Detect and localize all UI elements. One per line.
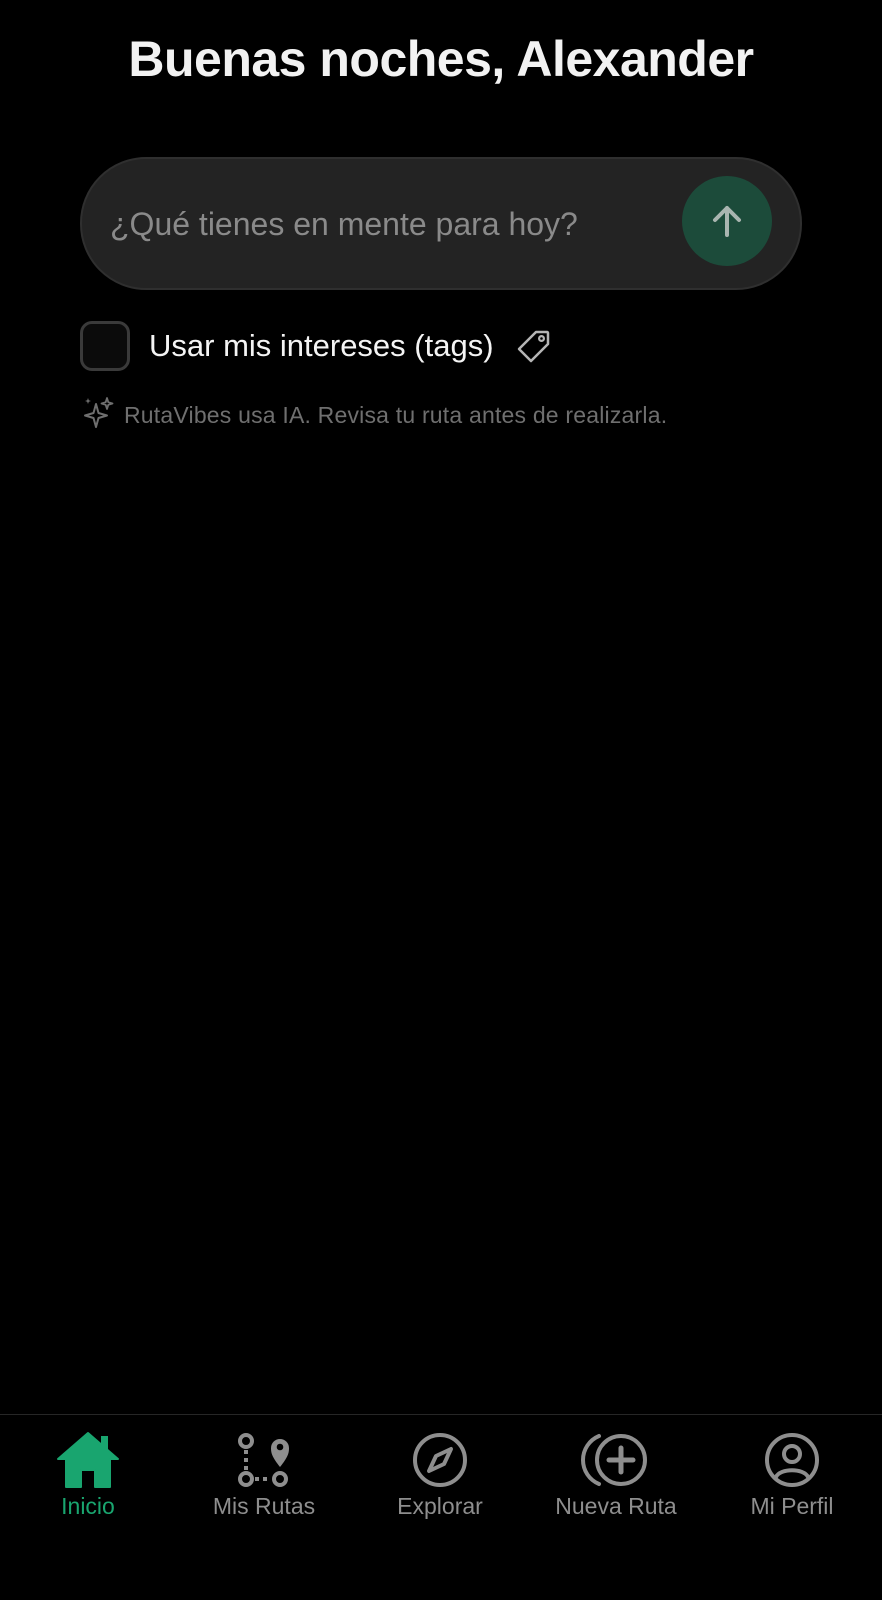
tab-label: Explorar	[397, 1493, 483, 1519]
home-icon	[55, 1429, 121, 1491]
tab-label: Mis Rutas	[212, 1493, 316, 1519]
tab-label: Mi Perfil	[750, 1493, 834, 1519]
ai-disclaimer: RutaVibes usa IA. Revisa tu ruta antes d…	[82, 396, 667, 435]
interests-row: Usar mis intereses (tags)	[80, 321, 552, 371]
bottom-tab-bar: Inicio Mis Rutas Explorar Nueva Ruta Mi …	[0, 1414, 882, 1600]
route-icon	[234, 1429, 294, 1491]
interests-label[interactable]: Usar mis intereses (tags)	[149, 328, 494, 364]
profile-icon	[763, 1429, 821, 1491]
greeting-title: Buenas noches, Alexander	[128, 31, 754, 87]
home-screen: Buenas noches, Alexander Usar mis intere…	[0, 0, 882, 1600]
prompt-input[interactable]	[110, 189, 670, 259]
tab-inicio[interactable]: Inicio	[0, 1429, 176, 1529]
disclaimer-text: RutaVibes usa IA. Revisa tu ruta antes d…	[124, 402, 668, 428]
tag-icon	[516, 328, 552, 364]
tab-mi-perfil[interactable]: Mi Perfil	[704, 1429, 880, 1529]
send-button[interactable]	[682, 176, 772, 266]
add-route-icon	[581, 1429, 651, 1491]
tab-label: Inicio	[61, 1493, 115, 1519]
tab-mis-rutas[interactable]: Mis Rutas	[176, 1429, 352, 1529]
tab-explorar[interactable]: Explorar	[352, 1429, 528, 1529]
arrow-up-icon	[713, 206, 741, 237]
tab-label: Nueva Ruta	[555, 1493, 677, 1519]
sparkles-icon	[82, 396, 114, 435]
tab-nueva-ruta[interactable]: Nueva Ruta	[528, 1429, 704, 1529]
prompt-box	[80, 157, 802, 290]
interests-checkbox[interactable]	[80, 321, 130, 371]
compass-icon	[411, 1429, 469, 1491]
